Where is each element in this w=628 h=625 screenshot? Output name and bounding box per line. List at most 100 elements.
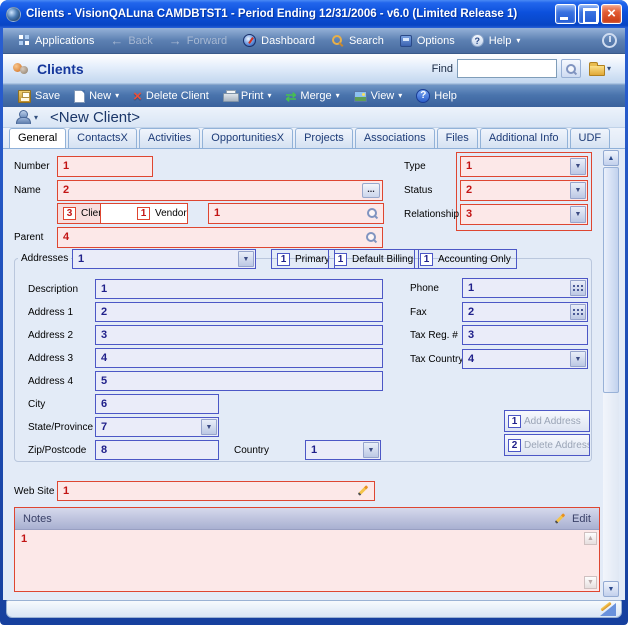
tab-associations[interactable]: Associations bbox=[355, 128, 435, 148]
status-combo[interactable]: 2 ▼ bbox=[460, 180, 588, 201]
description-field[interactable]: 1 bbox=[95, 279, 383, 299]
type-dropdown-button[interactable]: ▼ bbox=[570, 158, 586, 175]
notes-scroll-down-button[interactable]: ▼ bbox=[584, 576, 597, 589]
find-search-button[interactable] bbox=[561, 59, 581, 78]
primary-checkbox[interactable]: 1 bbox=[277, 253, 290, 266]
scrollbar-up-button[interactable]: ▲ bbox=[603, 150, 619, 166]
chevron-down-icon[interactable]: ▾ bbox=[34, 113, 38, 122]
phone-field[interactable]: 1 bbox=[462, 278, 588, 298]
addresses-dropdown-button[interactable]: ▼ bbox=[238, 251, 254, 267]
notes-scroll-up-button[interactable]: ▲ bbox=[584, 532, 597, 545]
merge-label: Merge bbox=[300, 90, 331, 102]
scrollbar-thumb[interactable] bbox=[603, 167, 619, 393]
chevron-down-icon: ▾ bbox=[607, 65, 611, 73]
view-button[interactable]: View ▾ bbox=[347, 85, 410, 107]
tab-opportunitiesx[interactable]: OpportunitiesX bbox=[202, 128, 293, 148]
address4-field[interactable]: 5 bbox=[95, 371, 383, 391]
name-field[interactable]: 2 ... bbox=[57, 180, 383, 201]
minimize-button[interactable] bbox=[555, 4, 576, 24]
state-dropdown-button[interactable]: ▼ bbox=[201, 419, 217, 435]
client-checkbox[interactable]: 3 bbox=[63, 207, 76, 220]
vendor-label: Vendor bbox=[155, 208, 187, 219]
new-button[interactable]: New ▾ bbox=[67, 85, 126, 107]
vendor-checkbox[interactable]: 1 bbox=[137, 207, 150, 220]
menu-search[interactable]: Search bbox=[323, 30, 392, 52]
scrollbar-down-button[interactable]: ▼ bbox=[603, 581, 619, 597]
tab-files[interactable]: Files bbox=[437, 128, 478, 148]
magnifier-icon[interactable] bbox=[366, 207, 379, 220]
menu-help[interactable]: Help ▾ bbox=[463, 30, 529, 52]
country-dropdown-button[interactable]: ▼ bbox=[363, 442, 379, 458]
person-icon[interactable] bbox=[15, 110, 30, 124]
save-button[interactable]: Save bbox=[11, 85, 67, 107]
notes-edit-button[interactable]: Edit bbox=[572, 513, 591, 525]
address2-field[interactable]: 3 bbox=[95, 325, 383, 345]
tab-udf[interactable]: UDF bbox=[570, 128, 611, 148]
chevron-down-icon: ▾ bbox=[516, 37, 520, 45]
menu-back[interactable]: ← Back bbox=[102, 30, 160, 52]
tax-reg-field[interactable]: 3 bbox=[462, 325, 588, 345]
tab-additional-info[interactable]: Additional Info bbox=[480, 128, 568, 148]
primary-label: Primary bbox=[295, 254, 329, 265]
vendor-lookup-field[interactable]: 1 bbox=[208, 203, 384, 224]
tax-country-combo[interactable]: 4 ▼ bbox=[462, 349, 588, 369]
maximize-button[interactable] bbox=[578, 4, 599, 24]
record-title: <New Client> bbox=[50, 109, 140, 126]
address2-label: Address 2 bbox=[28, 330, 73, 341]
magnifier-icon[interactable] bbox=[365, 231, 378, 244]
menu-back-label: Back bbox=[128, 35, 152, 47]
tab-contactsx[interactable]: ContactsX bbox=[68, 128, 137, 148]
keypad-icon bbox=[573, 308, 584, 316]
city-label: City bbox=[28, 399, 45, 410]
website-field[interactable]: 1 bbox=[57, 481, 375, 501]
addresses-selector[interactable]: 1 ▼ bbox=[72, 249, 256, 269]
relationship-combo[interactable]: 3 ▼ bbox=[460, 204, 588, 225]
type-combo[interactable]: 1 ▼ bbox=[460, 156, 588, 177]
tab-general[interactable]: General bbox=[9, 128, 66, 148]
merge-button[interactable]: Merge ▾ bbox=[279, 85, 347, 107]
delete-x-icon bbox=[133, 90, 142, 103]
menu-applications[interactable]: Applications bbox=[11, 30, 102, 52]
delete-address-button[interactable]: 2 Delete Address bbox=[504, 434, 590, 456]
corner-notes-icon[interactable] bbox=[598, 602, 617, 617]
tab-projects[interactable]: Projects bbox=[295, 128, 353, 148]
window-title: Clients - VisionQALuna CAMDBTST1 - Perio… bbox=[26, 8, 555, 20]
tax-country-dropdown-button[interactable]: ▼ bbox=[570, 351, 586, 367]
chevron-down-icon: ▼ bbox=[575, 211, 582, 218]
find-folder-button[interactable]: ▾ bbox=[585, 59, 615, 78]
chevron-down-icon: ▾ bbox=[398, 92, 402, 100]
tab-activities[interactable]: Activities bbox=[139, 128, 200, 148]
number-label: Number bbox=[14, 161, 50, 172]
close-button[interactable] bbox=[601, 4, 622, 24]
zip-field[interactable]: 8 bbox=[95, 440, 219, 460]
menu-forward[interactable]: → Forward bbox=[161, 30, 235, 52]
address3-field[interactable]: 4 bbox=[95, 348, 383, 368]
name-browse-button[interactable]: ... bbox=[362, 183, 380, 198]
parent-field[interactable]: 4 bbox=[57, 227, 383, 248]
pencil-icon[interactable] bbox=[356, 484, 370, 498]
notes-body[interactable]: 1 ▲ ▼ bbox=[15, 530, 599, 591]
state-combo[interactable]: 7 ▼ bbox=[95, 417, 219, 437]
default-billing-checkbox[interactable]: 1 bbox=[334, 253, 347, 266]
print-button[interactable]: Print ▾ bbox=[216, 85, 279, 107]
country-combo[interactable]: 1 ▼ bbox=[305, 440, 381, 460]
fax-keypad-button[interactable] bbox=[570, 304, 586, 320]
address1-field[interactable]: 2 bbox=[95, 302, 383, 322]
city-field[interactable]: 6 bbox=[95, 394, 219, 414]
help-button[interactable]: Help bbox=[409, 85, 464, 107]
fax-field[interactable]: 2 bbox=[462, 302, 588, 322]
add-address-button[interactable]: 1 Add Address bbox=[504, 410, 590, 432]
power-icon[interactable] bbox=[602, 33, 617, 48]
accounting-only-checkbox[interactable]: 1 bbox=[420, 253, 433, 266]
phone-keypad-button[interactable] bbox=[570, 280, 586, 296]
delete-client-button[interactable]: Delete Client bbox=[126, 85, 216, 107]
add-address-label: Add Address bbox=[524, 416, 581, 427]
menu-options[interactable]: Options bbox=[392, 30, 463, 52]
menu-dashboard[interactable]: Dashboard bbox=[235, 30, 323, 52]
find-input[interactable] bbox=[457, 59, 557, 78]
dashboard-icon bbox=[243, 34, 256, 47]
relationship-dropdown-button[interactable]: ▼ bbox=[570, 206, 586, 223]
chevron-down-icon: ▼ bbox=[368, 447, 375, 454]
number-field[interactable]: 1 bbox=[57, 156, 153, 177]
status-dropdown-button[interactable]: ▼ bbox=[570, 182, 586, 199]
